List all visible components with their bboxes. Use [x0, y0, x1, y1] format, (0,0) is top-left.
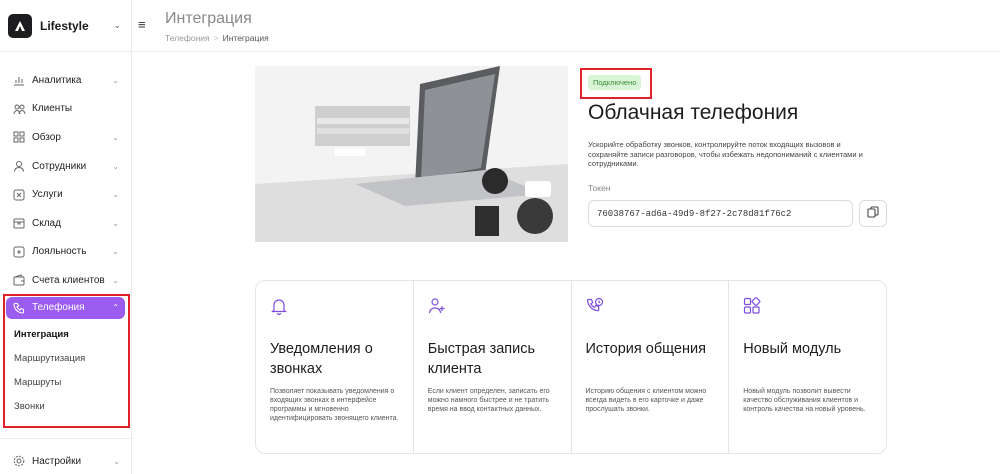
feature-card-description: Если клиент определен, записать его можн… [427, 388, 550, 413]
feature-card-title: Новый модуль [743, 341, 842, 357]
page-title: Интеграция [165, 10, 252, 27]
chevron-down-icon: ⌄ [112, 190, 119, 200]
token-label: Токен [588, 183, 611, 193]
sidebar: Lifestyle ⌄ Аналитика ⌄ Клиенты Обзор ⌄ … [0, 0, 132, 474]
loyalty-icon [12, 245, 26, 259]
sidebar-item-label: Склад [32, 217, 61, 229]
breadcrumb-item-telephony[interactable]: Телефония [165, 33, 210, 43]
sidebar-item-label: Сотрудники [32, 160, 87, 172]
brand-switcher[interactable]: Lifestyle ⌄ [0, 0, 131, 52]
sidebar-item-label: Обзор [32, 131, 61, 143]
sidebar-item-client-accounts[interactable]: Счета клиентов ⌄ [0, 266, 131, 295]
services-icon [12, 188, 26, 202]
feature-card-description: Позволяет показывать уведомления о входя… [270, 388, 399, 422]
feature-card-history: История общения Историю общения с клиент… [572, 281, 730, 453]
integration-description: Ускорийте обработку звонков, контролируй… [588, 140, 863, 168]
brand-name: Lifestyle [40, 18, 89, 33]
sidebar-item-settings[interactable]: Настройки ⌄ [0, 447, 132, 474]
page-header: ≡ Интеграция Телефония > Интеграция [132, 0, 1000, 52]
token-field[interactable]: 76038767-ad6a-49d9-8f27-2c78d81f76c2 [588, 200, 853, 227]
chevron-down-icon: ⌄ [112, 247, 119, 257]
sidebar-item-clients[interactable]: Клиенты [0, 95, 131, 124]
settings-icon [12, 454, 26, 468]
sidebar-item-overview[interactable]: Обзор ⌄ [0, 123, 131, 152]
feature-card-title: Быстрая запись клиента [427, 341, 536, 377]
sidebar-item-label: Клиенты [32, 103, 73, 115]
brand-logo-icon [8, 13, 32, 38]
chevron-down-icon: ⌄ [112, 275, 119, 285]
sidebar-item-label: Лояльность [32, 246, 87, 258]
sidebar-item-analytics[interactable]: Аналитика ⌄ [0, 66, 131, 95]
chevron-down-icon: ⌄ [113, 20, 121, 30]
user-icon [12, 159, 26, 173]
breadcrumb: Телефония > Интеграция [165, 33, 269, 43]
bell-icon [270, 297, 290, 317]
phone-history-icon [586, 297, 606, 317]
feature-card-title: История общения [585, 341, 706, 357]
feature-card-description: Историю общения с клиентом можно всегда … [585, 388, 707, 413]
box-icon [12, 216, 26, 230]
copy-icon [867, 205, 879, 223]
sidebar-item-loyalty[interactable]: Лояльность ⌄ [0, 238, 131, 267]
feature-cards: Уведомления о звонках Позволяет показыва… [255, 280, 887, 454]
chevron-down-icon: ⌄ [112, 218, 119, 228]
feature-card-quick-booking: Быстрая запись клиента Если клиент опред… [414, 281, 572, 453]
user-plus-icon [428, 297, 448, 317]
app-root: Lifestyle ⌄ Аналитика ⌄ Клиенты Обзор ⌄ … [0, 0, 1000, 474]
chart-icon [12, 73, 26, 87]
wallet-icon [12, 273, 26, 287]
feature-card-title: Уведомления о звонках [270, 341, 373, 377]
integration-title: Облачная телефония [588, 101, 799, 124]
grid-icon [12, 130, 26, 144]
chevron-down-icon: ⌄ [113, 456, 120, 466]
breadcrumb-item-current: Интеграция [222, 33, 269, 43]
highlight-annotation-badge [580, 68, 652, 99]
sidebar-item-staff[interactable]: Сотрудники ⌄ [0, 152, 131, 181]
chevron-down-icon: ⌄ [112, 75, 119, 85]
feature-card-notifications: Уведомления о звонках Позволяет показыва… [256, 281, 414, 453]
feature-card-description: Новый модуль позволит вывести качество о… [743, 388, 866, 413]
sidebar-item-warehouse[interactable]: Склад ⌄ [0, 209, 131, 238]
highlight-annotation-telephony [3, 294, 130, 428]
breadcrumb-separator-icon: > [213, 33, 219, 43]
sidebar-item-services[interactable]: Услуги ⌄ [0, 180, 131, 209]
sidebar-item-label: Настройки [32, 455, 82, 467]
hero-image [255, 66, 568, 242]
modules-icon [743, 297, 763, 317]
menu-toggle-icon[interactable]: ≡ [138, 17, 146, 32]
chevron-down-icon: ⌄ [112, 132, 119, 142]
users-icon [12, 102, 26, 116]
copy-token-button[interactable] [859, 200, 887, 227]
chevron-down-icon: ⌄ [112, 161, 119, 171]
feature-card-new-module: Новый модуль Новый модуль позволит вывес… [729, 281, 886, 453]
sidebar-item-label: Услуги [32, 189, 63, 201]
sidebar-item-label: Аналитика [32, 74, 82, 86]
sidebar-item-label: Счета клиентов [32, 274, 105, 286]
sidebar-bottom: Настройки ⌄ [0, 438, 132, 474]
